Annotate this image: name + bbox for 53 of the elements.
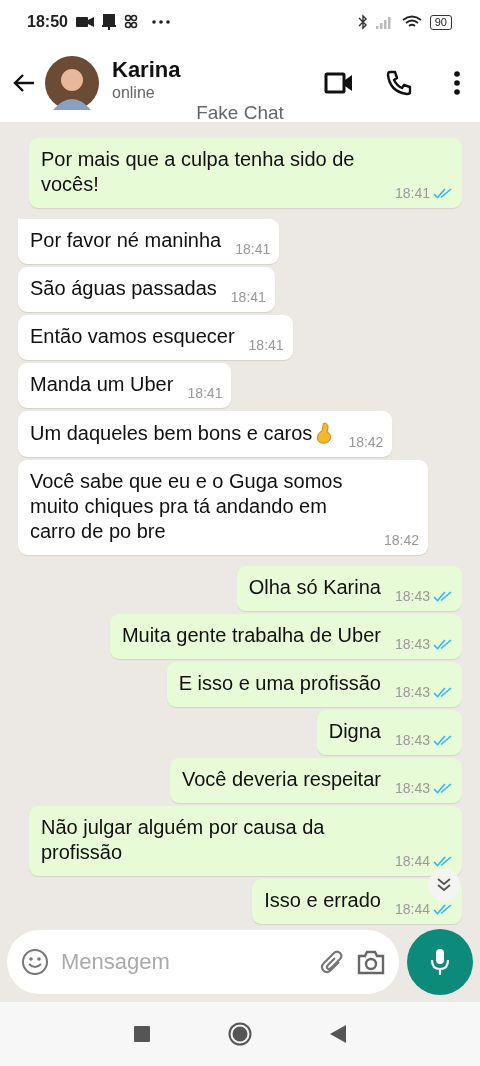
message-text: Digna — [328, 719, 381, 744]
signal-icon — [375, 15, 394, 29]
message-text: Por favor né maninha — [30, 228, 222, 253]
message-time: 18:44 — [394, 853, 430, 869]
phone-icon[interactable] — [386, 70, 412, 96]
message-time: 18:43 — [394, 732, 430, 748]
message-time: 18:41 — [394, 185, 430, 201]
message-text: Muita gente trabalha de Uber — [121, 623, 381, 648]
message-time: 18:44 — [394, 901, 430, 917]
bluetooth-icon — [357, 14, 368, 30]
battery-indicator: 90 — [429, 14, 452, 30]
camera-icon[interactable] — [357, 949, 385, 975]
status-time: 18:50 — [27, 13, 68, 31]
message-time: 18:41 — [187, 385, 223, 401]
home-icon[interactable] — [228, 1022, 252, 1046]
contact-status: online — [112, 83, 156, 102]
message-time: 18:43 — [394, 588, 430, 604]
message-time: 18:41 — [235, 241, 271, 257]
avatar[interactable] — [45, 56, 99, 110]
video-camera-icon — [75, 16, 94, 28]
message-text: Um daqueles bem bons e caros — [30, 421, 313, 446]
message-time: 18:42 — [348, 434, 384, 450]
message-time: 18:43 — [394, 780, 430, 796]
message-text: Você sabe que eu e o Guga somos muito chiques pra tá andando em carro de po bre — [30, 469, 344, 544]
message-input[interactable]: Mensagem — [59, 948, 309, 976]
message-text: E isso e uma profissão — [178, 671, 381, 696]
message-text: São águas passadas — [30, 276, 217, 301]
apps-icon — [123, 14, 138, 30]
emoji-icon[interactable] — [21, 948, 49, 976]
message-field[interactable]: Mensagem — [7, 930, 399, 994]
message-time: 18:41 — [248, 337, 284, 353]
wifi-icon — [401, 14, 422, 30]
more-icon — [151, 20, 170, 24]
message-time: 18:41 — [230, 289, 266, 305]
double-chevron-icon — [436, 877, 452, 893]
microphone-icon — [430, 948, 450, 976]
back-icon[interactable] — [330, 1025, 346, 1043]
video-call-icon[interactable] — [324, 72, 354, 94]
menu-icon[interactable] — [454, 71, 460, 95]
message-text: Não julgar alguém por causa da profissão — [40, 815, 326, 865]
overlay-caption: Fake Chat — [195, 102, 285, 124]
message-text: Por mais que a culpa tenha sido de vocês! — [40, 147, 356, 197]
message-time: 18:42 — [384, 532, 420, 548]
back-arrow-icon[interactable] — [12, 73, 36, 93]
message-time: 18:43 — [394, 684, 430, 700]
message-text: Então vamos esquecer — [30, 324, 235, 349]
notification-icon — [101, 14, 116, 30]
contact-name[interactable]: Karina — [112, 56, 181, 83]
message-time: 18:43 — [394, 636, 430, 652]
message-text: Você deveria respeitar — [181, 767, 381, 792]
message-text: Olha só Karina — [248, 575, 381, 600]
message-text: Manda um Uber — [30, 372, 174, 397]
message-text: Isso e errado — [264, 888, 381, 913]
